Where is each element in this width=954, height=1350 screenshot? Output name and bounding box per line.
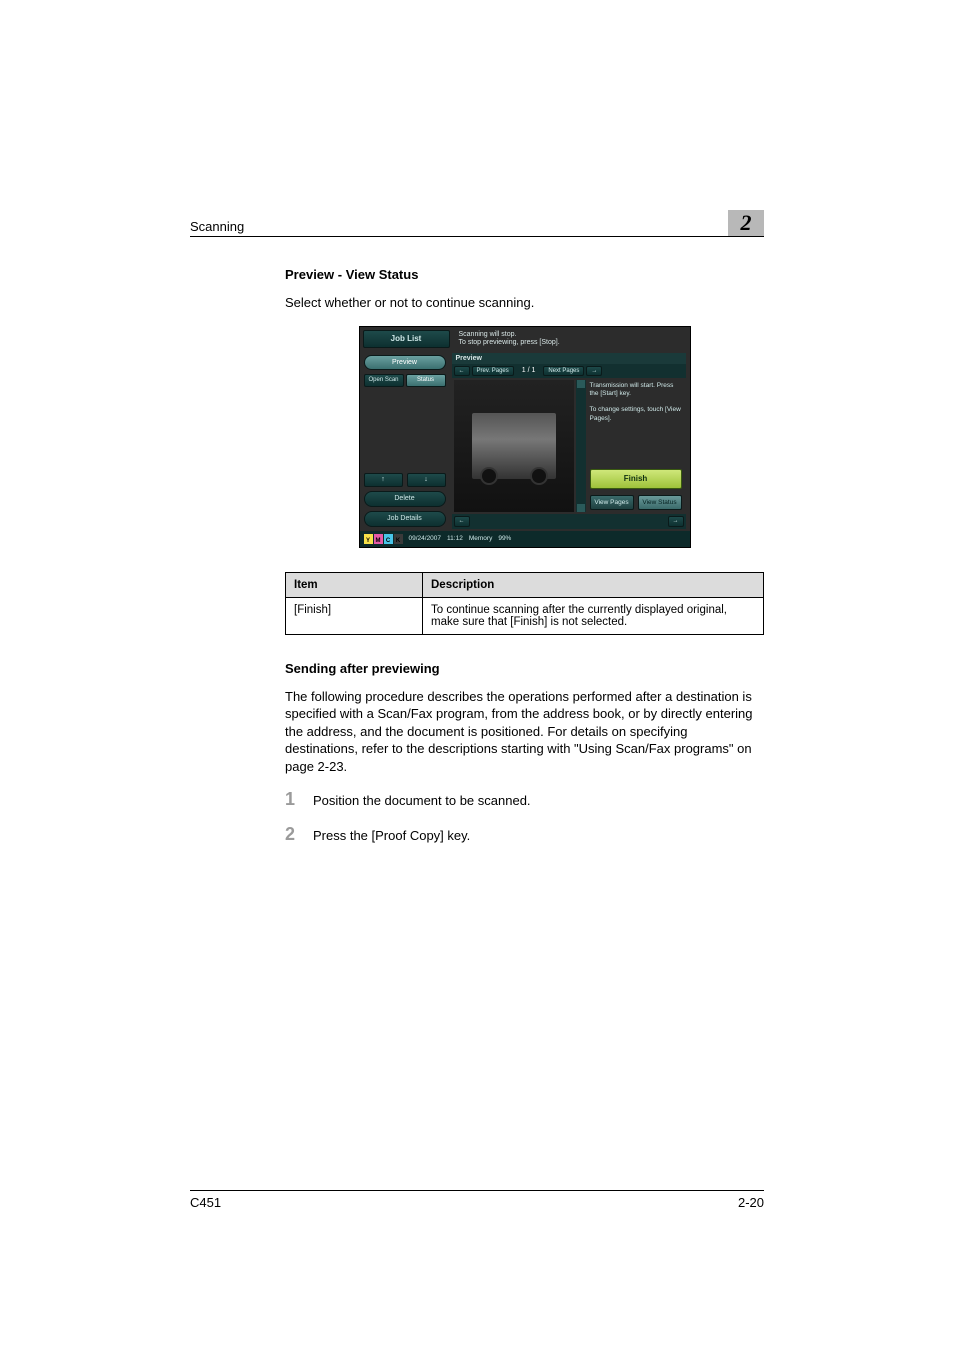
section-title-preview-view-status: Preview - View Status [285,267,764,282]
scroll-down-icon[interactable] [577,504,585,512]
step-number: 2 [285,824,313,845]
side-message-start: Transmission will start. Press the [Star… [590,382,682,398]
page-next-arrow[interactable]: → [586,366,602,377]
job-list-button[interactable]: Job List [363,330,450,348]
section-title-sending-after-previewing: Sending after previewing [285,661,764,676]
section-intro: Select whether or not to continue scanni… [285,294,764,312]
toner-k-icon: K [394,534,403,544]
step-text: Press the [Proof Copy] key. [313,827,470,845]
step-number: 1 [285,789,313,810]
finish-button[interactable]: Finish [590,469,682,489]
chapter-number-badge: 2 [728,210,764,236]
device-screenshot: Job List Scanning will stop. To stop pre… [359,326,691,548]
procedure-steps: 1Position the document to be scanned.2Pr… [285,789,764,845]
toner-c-icon: C [384,534,393,544]
toner-levels: Y M C K [364,534,403,544]
job-details-button[interactable]: Job Details [364,511,446,527]
table-row: [Finish]To continue scanning after the c… [286,597,764,634]
footer-model: C451 [190,1195,221,1210]
view-status-button[interactable]: View Status [638,495,682,510]
delete-button[interactable]: Delete [364,491,446,507]
status-memory-value: 99% [498,535,511,542]
next-pages-button[interactable]: Next Pages [543,366,584,377]
running-header: Scanning 2 [190,210,764,237]
screen-top-message-line2: To stop previewing, press [Stop]. [459,339,690,347]
preview-panel-label: Preview [452,353,686,364]
scroll-up-icon[interactable] [577,380,585,388]
prev-pages-button[interactable]: Prev. Pages [472,366,514,377]
screen-top-message: Scanning will stop. To stop previewing, … [453,327,690,351]
screen-top-message-line1: Scanning will stop. [459,331,690,339]
preview-vertical-scrollbar[interactable] [576,380,586,512]
status-time: 11:12 [447,535,463,542]
step-text: Position the document to be scanned. [313,792,531,810]
toner-m-icon: M [374,534,383,544]
running-header-section: Scanning [190,219,244,234]
table-cell-item: [Finish] [286,597,423,634]
pan-left-button[interactable]: ← [454,516,470,527]
preview-canvas [454,380,574,512]
status-date: 09/24/2007 [409,535,442,542]
table-header-item: Item [286,572,423,597]
toner-y-icon: Y [364,534,373,544]
sending-after-previewing-paragraph: The following procedure describes the op… [285,688,764,776]
pan-right-button[interactable]: → [668,516,684,527]
list-scroll-down-button[interactable]: ↓ [407,473,446,487]
page-prev-arrow[interactable]: ← [454,366,470,377]
procedure-step: 2Press the [Proof Copy] key. [285,824,764,845]
side-message-change-settings: To change settings, touch [View Pages]. [590,406,682,422]
procedure-step: 1Position the document to be scanned. [285,789,764,810]
footer-page-number: 2-20 [738,1195,764,1210]
preview-button[interactable]: Preview [364,355,446,371]
preview-image [472,413,556,479]
view-pages-button[interactable]: View Pages [590,495,634,510]
page-indicator: 1 / 1 [516,367,542,374]
list-scroll-up-button[interactable]: ↑ [364,473,403,487]
item-description-table: ItemDescription[Finish]To continue scann… [285,572,764,635]
tab-status[interactable]: Status [406,374,446,387]
table-header-description: Description [423,572,764,597]
tab-open-scan[interactable]: Open Scan [364,374,404,387]
table-cell-description: To continue scanning after the currently… [423,597,764,634]
page-footer: C451 2-20 [190,1190,764,1210]
status-memory-label: Memory [469,535,492,542]
